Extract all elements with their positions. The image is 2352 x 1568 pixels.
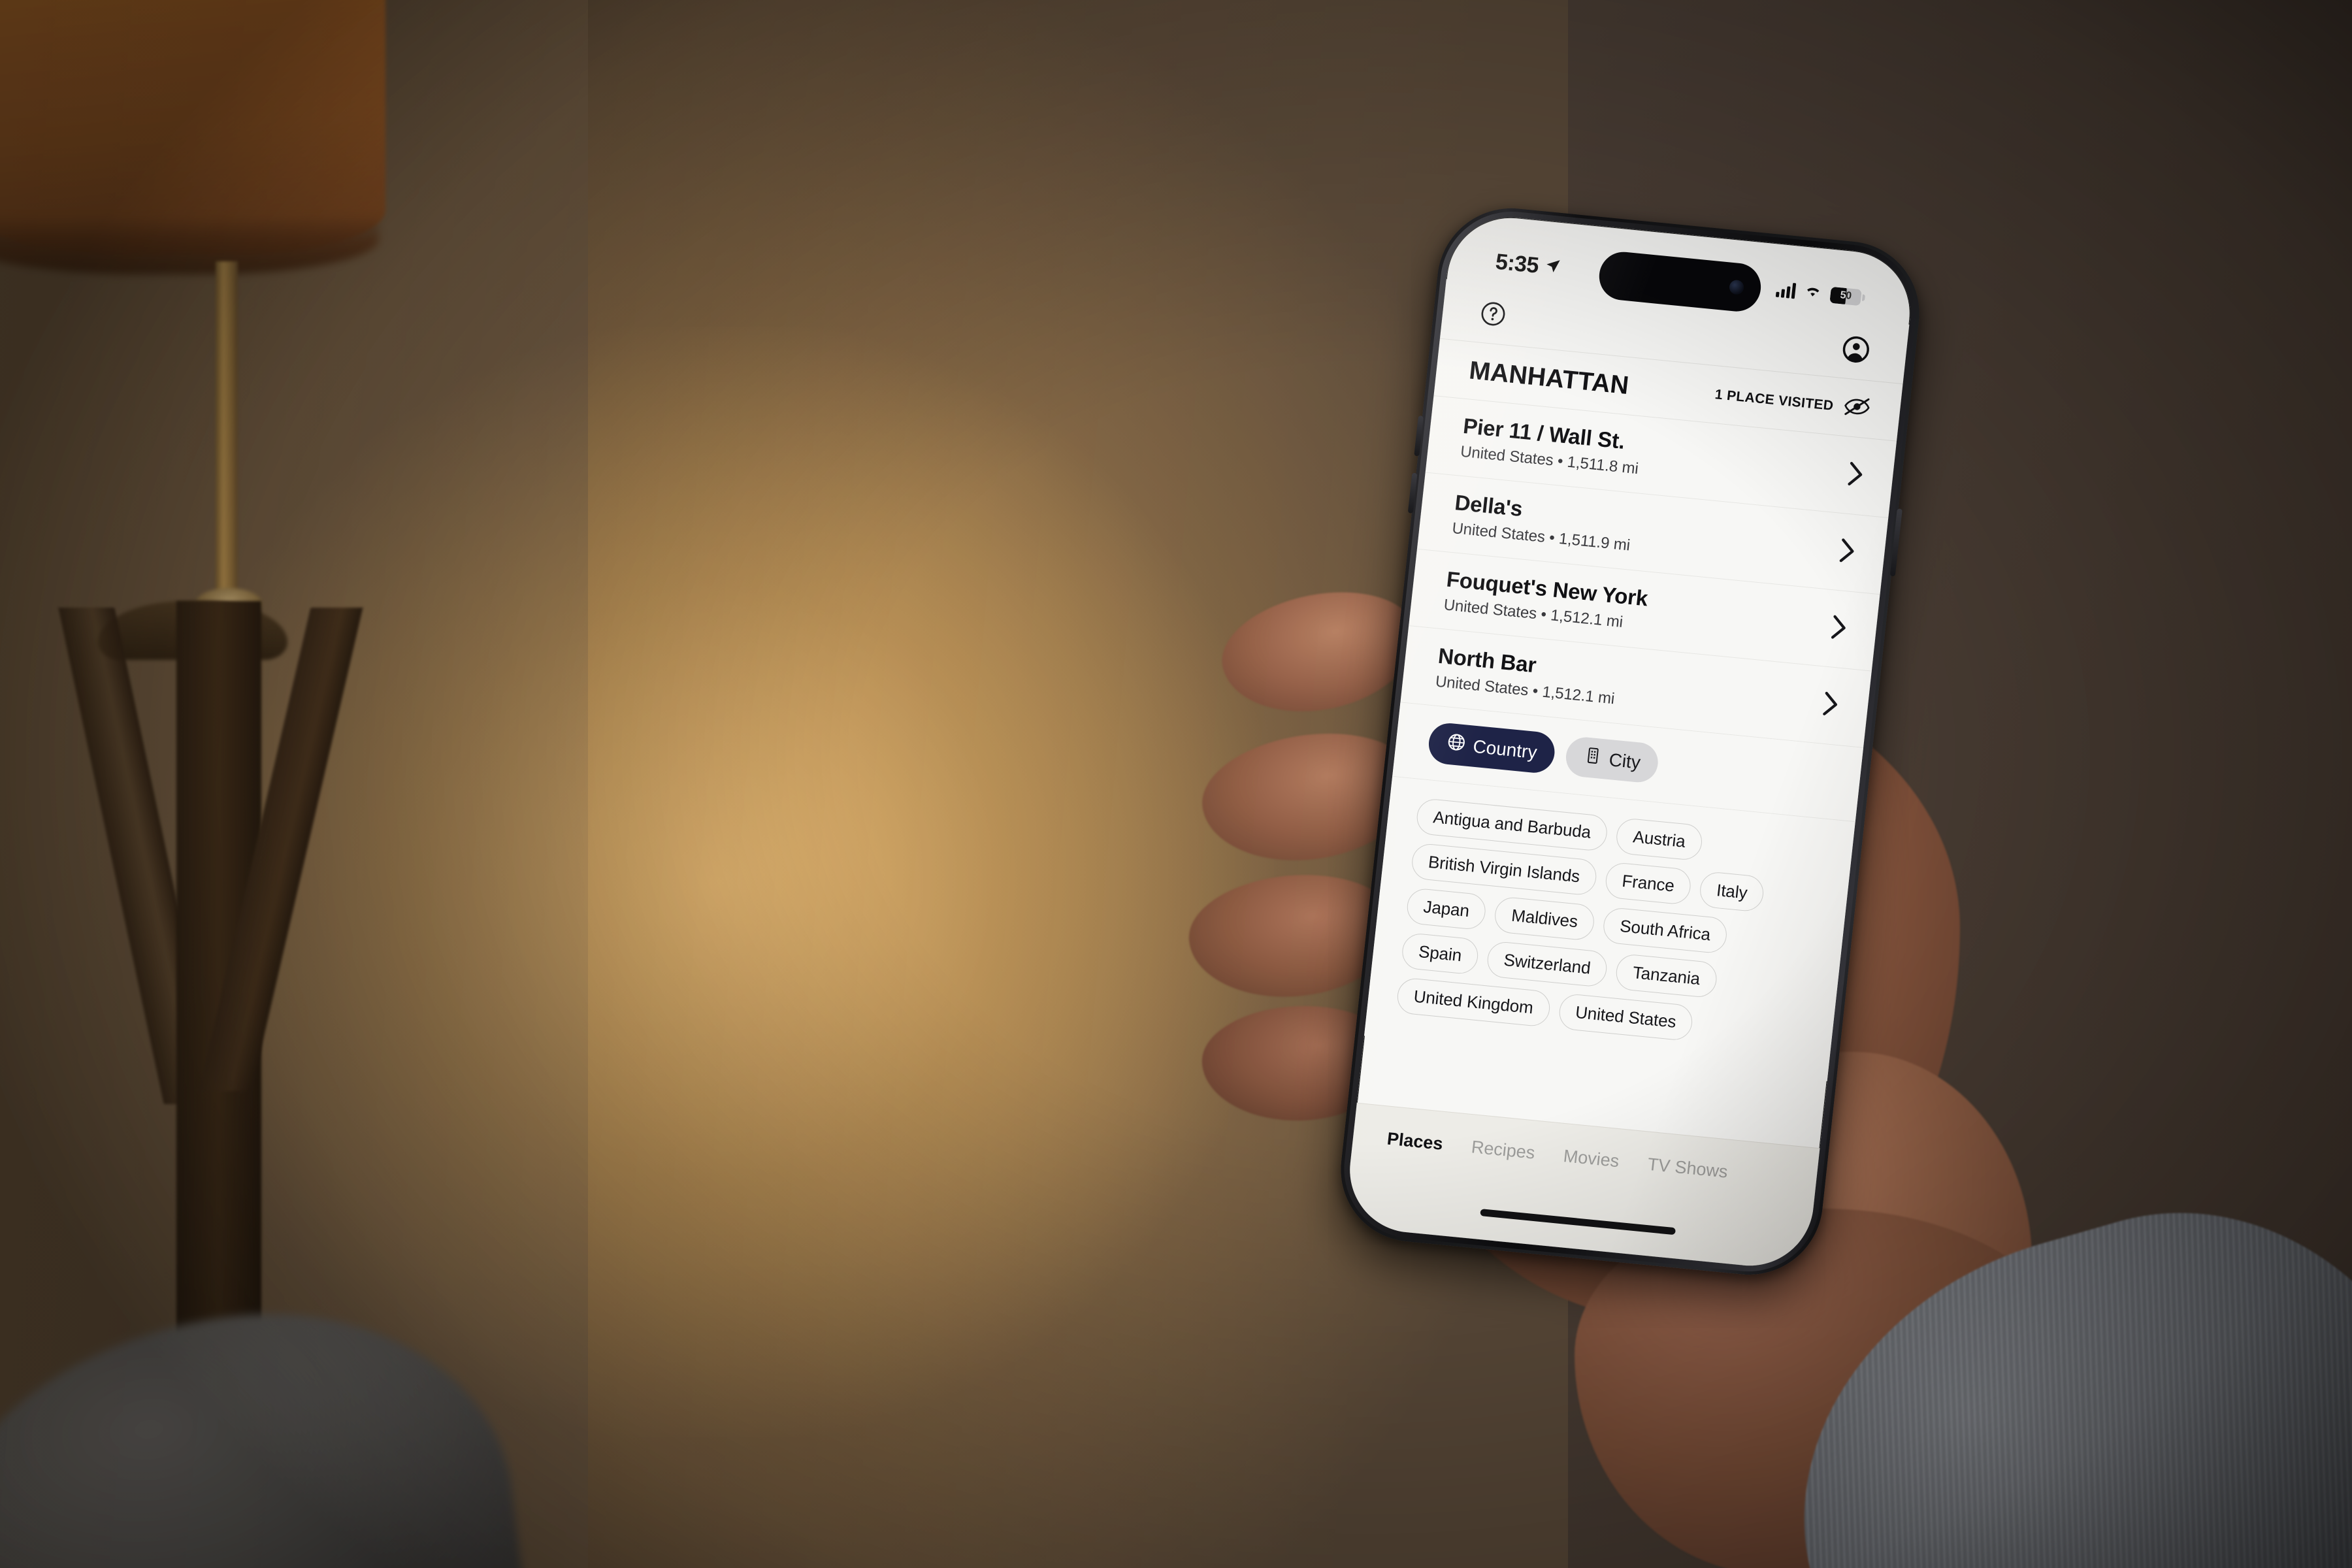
wifi-icon bbox=[1803, 283, 1823, 302]
list-item[interactable]: United Kingdom bbox=[1396, 977, 1552, 1028]
tab-movies[interactable]: Movies bbox=[1562, 1146, 1620, 1171]
cellular-bars-icon bbox=[1775, 282, 1797, 299]
battery-icon: 50 bbox=[1829, 286, 1862, 306]
country-tag-list: Antigua and Barbuda Austria British Virg… bbox=[1364, 776, 1855, 1081]
list-item[interactable]: South Africa bbox=[1601, 906, 1729, 955]
toggle-country-label: Country bbox=[1472, 736, 1539, 762]
list-item[interactable]: Austria bbox=[1614, 817, 1704, 862]
places-list: Pier 11 / Wall St. United States • 1,511… bbox=[1364, 396, 1897, 1081]
front-camera-lens bbox=[1728, 279, 1745, 295]
list-item[interactable]: Japan bbox=[1405, 887, 1488, 931]
list-item[interactable]: Maldives bbox=[1493, 896, 1596, 941]
list-item[interactable]: Switzerland bbox=[1485, 940, 1609, 988]
globe-icon bbox=[1445, 732, 1467, 758]
chevron-right-icon bbox=[1837, 537, 1857, 568]
building-icon bbox=[1582, 745, 1603, 770]
chevron-right-icon bbox=[1820, 691, 1840, 721]
chevron-right-icon bbox=[1829, 613, 1849, 644]
toggle-city[interactable]: City bbox=[1563, 735, 1661, 785]
list-item[interactable]: Tanzania bbox=[1614, 953, 1718, 999]
status-time: 5:35 bbox=[1494, 249, 1540, 278]
list-item[interactable]: Spain bbox=[1400, 932, 1480, 975]
battery-indicator: 50 bbox=[1829, 286, 1865, 306]
chevron-right-icon bbox=[1846, 461, 1866, 491]
list-item[interactable]: France bbox=[1603, 861, 1693, 906]
list-item[interactable]: British Virgin Islands bbox=[1410, 842, 1598, 896]
tab-places[interactable]: Places bbox=[1386, 1129, 1444, 1154]
help-circle-icon[interactable] bbox=[1477, 297, 1510, 330]
eye-slash-icon[interactable] bbox=[1842, 395, 1871, 423]
page-title: MANHATTAN bbox=[1467, 355, 1631, 400]
lamp-stem bbox=[216, 261, 238, 614]
list-item[interactable]: Italy bbox=[1698, 870, 1766, 913]
visited-count-label: 1 PLACE VISITED bbox=[1714, 386, 1835, 414]
list-item[interactable]: Antigua and Barbuda bbox=[1414, 797, 1609, 853]
account-circle-icon[interactable] bbox=[1840, 333, 1873, 365]
screenshot-root: 5:35 50 MANHATTAN 1 PLACE VISITED Pier 1… bbox=[0, 0, 2352, 1568]
toggle-country[interactable]: Country bbox=[1426, 721, 1557, 775]
list-item[interactable]: United States bbox=[1557, 992, 1695, 1042]
location-arrow-icon bbox=[1543, 256, 1562, 278]
toggle-city-label: City bbox=[1608, 749, 1642, 773]
tab-recipes[interactable]: Recipes bbox=[1470, 1137, 1536, 1163]
tab-tv-shows[interactable]: TV Shows bbox=[1646, 1154, 1729, 1183]
